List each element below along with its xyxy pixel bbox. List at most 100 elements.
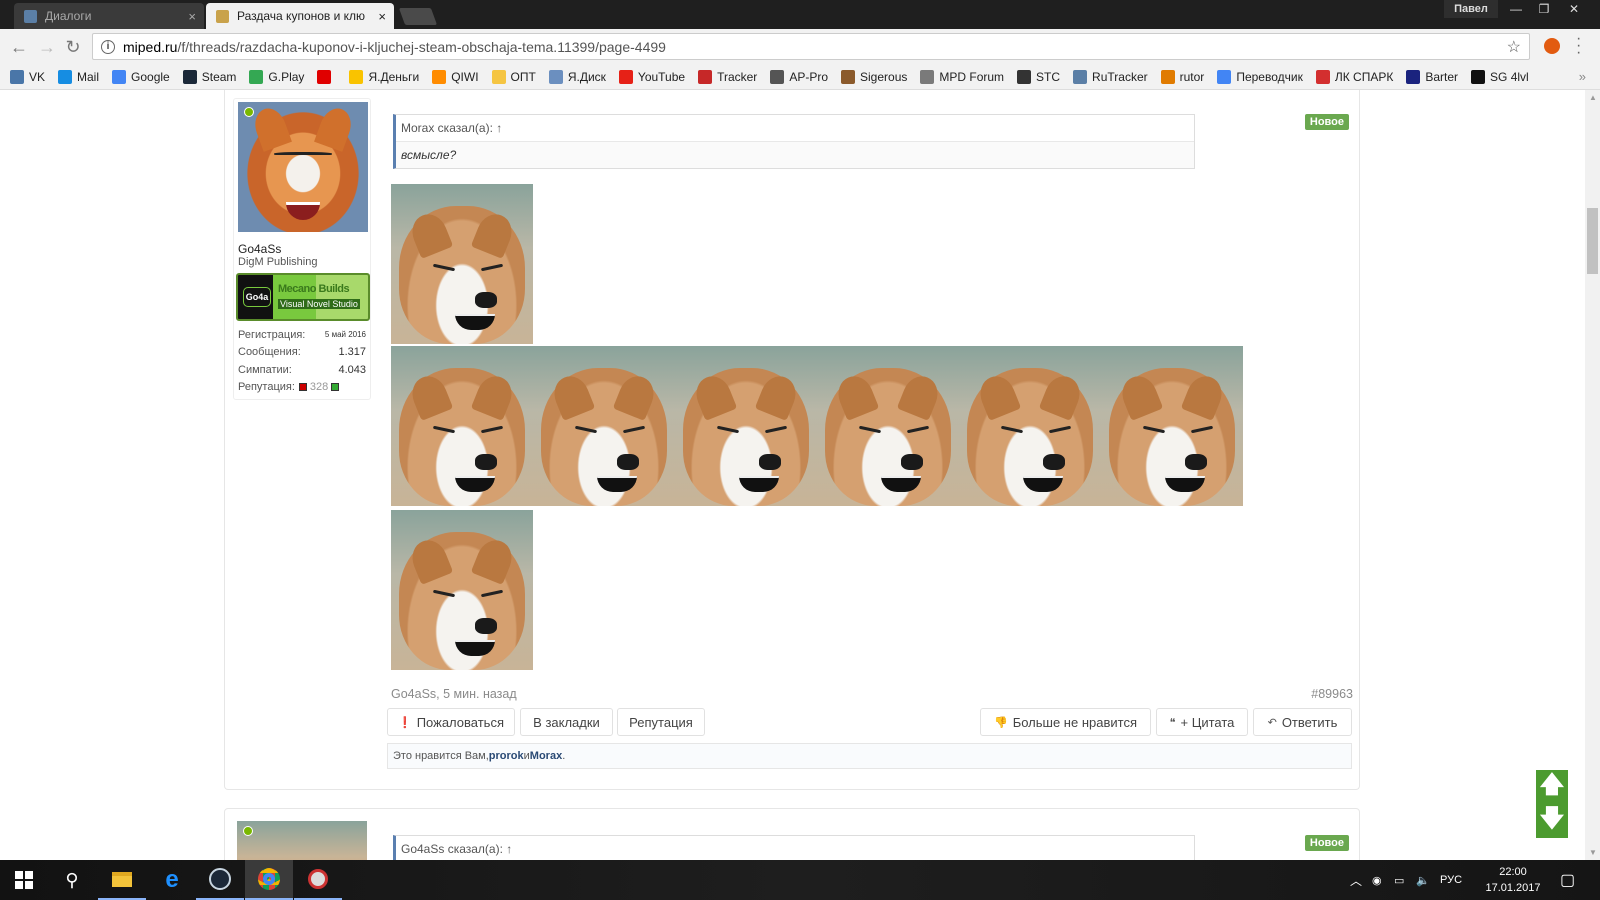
report-button[interactable]: ❗ Пожаловаться [387,708,515,736]
rep-plus-icon[interactable] [331,383,340,392]
post-number[interactable]: #89963 [1311,687,1353,701]
close-icon[interactable]: × [378,9,386,24]
bookmark-sg[interactable]: SG 4lvl [1471,69,1529,84]
bookmark-star-icon[interactable]: ☆ [1507,37,1521,57]
clock[interactable]: 22:00 17.01.2017 [1478,864,1548,896]
window-close-icon[interactable]: ✕ [1560,0,1588,18]
liker-link[interactable]: prorok [489,750,524,762]
steam-taskbar-icon[interactable] [196,860,244,900]
post-image[interactable] [391,184,533,344]
post-author-time[interactable]: Go4aSs, 5 мин. назад [391,687,517,701]
tab-dialogs[interactable]: Диалоги × [14,3,204,29]
url-host: miped.ru [123,38,178,55]
bookmark-appro[interactable]: AP-Pro [770,69,828,84]
back-icon[interactable]: ← [8,36,30,58]
notifications-icon[interactable]: ▢ [1560,860,1575,900]
forward-icon[interactable]: → [36,36,58,58]
restore-icon[interactable]: ❐ [1530,0,1558,18]
profile-button[interactable]: Павел [1444,0,1498,18]
avatar[interactable] [237,821,367,860]
post-image[interactable] [1101,346,1243,506]
reply-button[interactable]: ↶ Ответить [1253,708,1352,736]
bookmark-vk[interactable]: VK [10,69,45,84]
post-image[interactable] [391,346,533,506]
reload-icon[interactable]: ↻ [62,36,84,58]
chevron-right-icon[interactable]: » [1579,69,1586,84]
vk-icon [10,69,24,84]
bookmark-mail[interactable]: Mail [58,69,99,84]
bookmark-sigerous[interactable]: Sigerous [841,69,907,84]
bookmark-rutracker[interactable]: RuTracker [1073,69,1148,84]
banner-title: Mecano Builds [278,283,350,295]
page-viewport: Go4aSs DigM Publishing Go4a Mecano Build… [0,90,1585,860]
info-icon[interactable]: i [101,39,115,54]
bookmark-opt[interactable]: ОПТ [491,69,536,84]
close-icon[interactable]: × [188,9,196,24]
network-icon[interactable]: ▭ [1394,860,1404,900]
tray-chevron-icon[interactable]: ︿ [1350,860,1362,900]
page-scrollbar[interactable]: ▲ ▼ [1585,90,1600,860]
scroll-up-arrow-icon[interactable]: ▲ [1589,93,1597,102]
volume-icon[interactable]: 🔈 [1416,860,1430,900]
yandex-money-icon [349,69,364,84]
post-image[interactable] [959,346,1101,506]
quote-button[interactable]: ❝ + Цитата [1156,708,1248,736]
edge-icon[interactable]: e [148,860,196,900]
quote-author[interactable]: Morax сказал(а): ↑ [396,115,1194,142]
bookmark-stc[interactable]: STC [1017,69,1060,84]
taskbar: ⚲ e ︿ ◉ ▭ 🔈 РУС 22:00 17.01.2017 ▢ [0,860,1600,900]
bookmark-tracker[interactable]: Tracker [698,69,757,84]
bookmark-google[interactable]: Google [112,69,170,84]
post-image[interactable] [675,346,817,506]
google-play-icon [249,69,264,84]
file-explorer-icon[interactable] [98,860,146,900]
liker-link[interactable]: Morax [530,750,562,762]
minimize-icon[interactable]: — [1502,0,1530,18]
tab-coupons[interactable]: Раздача купонов и клю × [206,3,394,29]
menu-icon[interactable]: · · · [1576,31,1581,61]
avatar[interactable] [238,102,368,232]
bookmark-yamoney[interactable]: Я.Деньги [349,69,419,84]
reputation-button[interactable]: Репутация [617,708,705,736]
bookmark-spark[interactable]: ЛК СПАРК [1315,69,1393,84]
bookmark-yandex[interactable] [317,69,336,84]
scroll-down-arrow-icon[interactable]: ▼ [1589,848,1597,857]
bookmark-translate[interactable]: Переводчик [1217,69,1303,84]
language-indicator[interactable]: РУС [1440,860,1462,900]
extension-icon[interactable] [1544,38,1560,54]
chat-icon [24,9,37,23]
scrollbar-thumb[interactable] [1587,208,1598,274]
tab-label: Диалоги [45,9,92,23]
post-image[interactable] [817,346,959,506]
yandex-disk-icon [548,69,563,84]
post-image[interactable] [533,346,675,506]
quote-icon: ❝ [1169,716,1176,729]
bookmark-rutor[interactable]: rutor [1160,69,1204,84]
bookmark-steam[interactable]: Steam [182,69,236,84]
new-tab-button[interactable] [398,8,438,25]
chrome-icon[interactable] [245,860,293,900]
quote-author[interactable]: Go4aSs сказал(а): ↑ [393,835,1195,860]
address-bar[interactable]: i miped.ru /f/threads/razdacha-kuponov-i… [92,33,1530,60]
rep-minus-icon[interactable] [298,383,307,392]
bookmark-barter[interactable]: Barter [1406,69,1458,84]
start-button[interactable] [0,860,48,900]
app-icon[interactable] [294,860,342,900]
bookmark-mpd[interactable]: MPD Forum [920,69,1004,84]
search-icon[interactable]: ⚲ [48,860,96,900]
scroll-down-button[interactable]: 🡇 [1536,804,1568,838]
bookmark-yadisk[interactable]: Я.Диск [548,69,606,84]
bookmark-youtube[interactable]: YouTube [618,69,685,84]
windows-icon [15,871,33,889]
bookmark-gplay[interactable]: G.Play [249,69,304,84]
username[interactable]: Go4aSs [238,242,281,256]
unlike-button[interactable]: 👎 Больше не нравится [980,708,1151,736]
folder-icon [491,69,506,84]
bookmark-button[interactable]: В закладки [520,708,613,736]
online-status-icon [243,826,253,836]
post-image[interactable] [391,510,533,670]
bookmark-qiwi[interactable]: QIWI [432,69,479,84]
steam-tray-icon[interactable]: ◉ [1372,860,1382,900]
scroll-up-button[interactable]: 🡅 [1536,770,1568,804]
qiwi-icon [432,69,447,84]
